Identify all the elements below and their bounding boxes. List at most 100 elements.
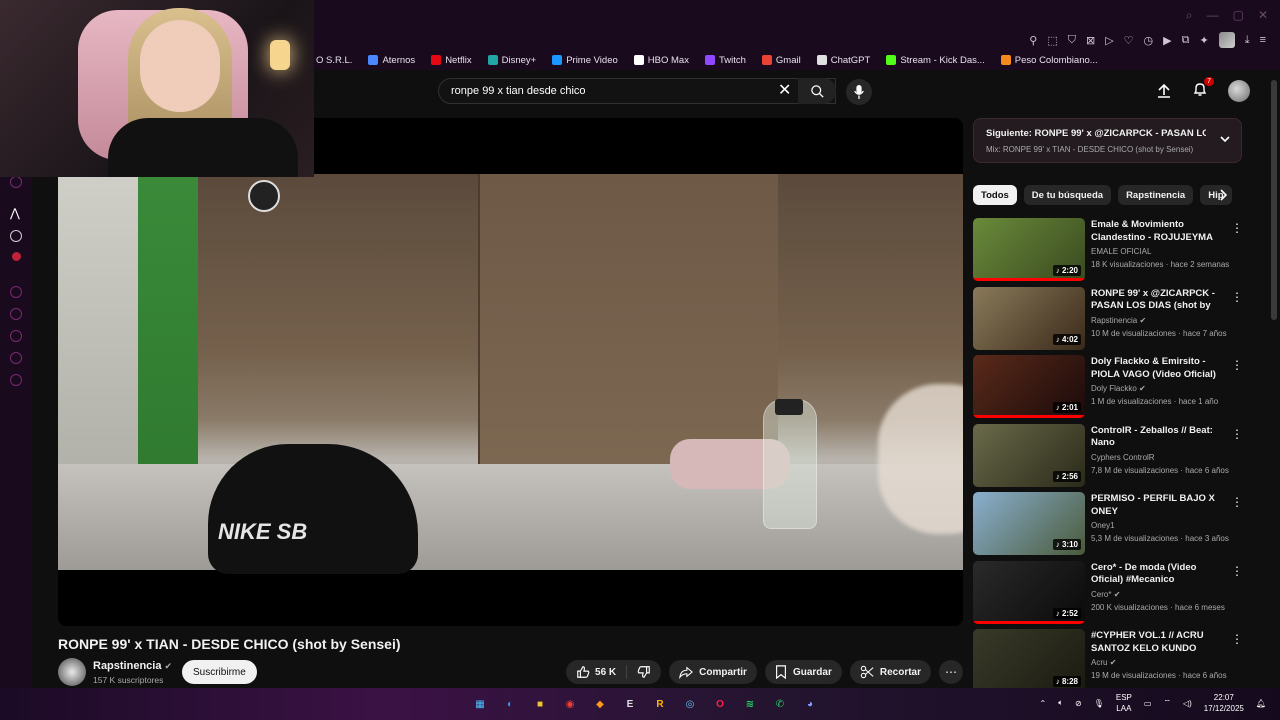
notifications-center-icon[interactable]: 🔔︎ [1256,699,1266,708]
minimize-icon[interactable]: — [1207,8,1219,23]
display-icon[interactable]: ▭ [1144,699,1152,708]
chevron-up-icon[interactable]: ⌃ [1039,699,1046,708]
more-vertical-icon[interactable]: ⋮ [1231,564,1243,578]
more-vertical-icon[interactable]: ⋮ [1231,290,1243,304]
bookmark-item[interactable]: Stream - Kick Das... [886,55,985,66]
more-vertical-icon[interactable]: ⋮ [1231,495,1243,509]
chevron-right-icon[interactable] [1216,188,1230,202]
filter-chip[interactable]: De tu búsqueda [1023,185,1112,205]
mic-tray-icon[interactable]: 🎙︎ [1094,699,1104,708]
bookmark-item[interactable]: ChatGPT [816,55,870,66]
recommendation-item[interactable]: ♪ 4:02 RONPE 99' x @ZICARPCK - PASAN LOS … [973,286,1243,356]
chrome-icon[interactable]: ◉ [560,694,580,714]
heart-icon[interactable]: ♡ [1124,34,1134,47]
save-button[interactable]: Guardar [764,660,842,684]
chatgpt-sidebar-icon[interactable] [10,230,22,242]
bookmark-item[interactable]: Disney+ [487,55,536,66]
search-query[interactable]: ronpe 99 x tian desde chico [451,85,586,97]
steam-icon[interactable]: ◎ [680,694,700,714]
recommendation-title[interactable]: Doly Flackko & Emirsito - PIOLA VAGO (Vi… [1091,356,1221,381]
recommendation-title[interactable]: ControlR - Zeballos // Beat: Nano [1091,425,1221,450]
clip-button[interactable]: Recortar [849,660,931,684]
video-thumbnail[interactable]: ♪ 2:56 [973,423,1085,487]
video-thumbnail[interactable]: ♪ 4:02 [973,286,1085,350]
recommendation-item[interactable]: ♪ 3:10 PERMISO - PERFIL BAJO X ONEY Oney1 5… [973,492,1243,561]
youtube-sidebar-icon[interactable] [12,252,21,261]
video-player[interactable]: NIKE SB [58,118,963,626]
recommendation-channel[interactable]: Oney1 [1091,521,1115,530]
sidebar-tool-icon[interactable] [10,330,22,342]
recommendation-channel[interactable]: Rapstinencia ✔ [1091,316,1146,325]
sidebar-tool-icon[interactable] [10,286,22,298]
close-window-icon[interactable]: ✕ [1258,8,1268,23]
dislike-button[interactable] [627,660,661,684]
wifi-icon[interactable]: ⌔ [1163,698,1171,708]
bookmark-item[interactable]: Aternos [368,55,415,66]
filter-chip[interactable]: Rapstinencia [1118,185,1194,205]
voice-search-button[interactable] [846,79,872,105]
volume-icon[interactable]: 🔈︎ [1058,698,1063,708]
arc-app-icon[interactable]: ⋀ [10,206,20,220]
profile-avatar[interactable] [1218,32,1235,48]
settings-icon[interactable] [10,374,22,386]
bookmark-item[interactable]: HBO Max [633,55,689,66]
download-icon[interactable]: ⤓ [1245,34,1250,47]
recommendation-channel[interactable]: Acru ✔ [1091,658,1116,667]
vpn-icon[interactable]: ⊠ [1086,34,1095,47]
language-indicator[interactable]: ESP LAA [1116,692,1132,714]
recommendation-item[interactable]: ♪ 2:20 Emale & Movimiento Clandestino - R… [973,218,1243,287]
recommendation-channel[interactable]: Doly Flackko ✔ [1091,384,1146,393]
recommendation-item[interactable]: ♪ 2:01 Doly Flackko & Emirsito - PIOLA VA… [973,355,1243,424]
sidebar-tool-icon[interactable] [10,352,22,364]
puzzle-icon[interactable]: ✦ [1199,34,1208,47]
screenshot-icon[interactable]: ⬚ [1047,34,1057,47]
channel-name-text[interactable]: Rapstinencia [93,660,161,672]
account-avatar[interactable] [1228,80,1250,102]
recommendation-channel[interactable]: Cero* ✔ [1091,590,1120,599]
more-actions-button[interactable]: ⋯ [939,660,963,684]
clock[interactable]: 22:07 17/12/2025 [1204,692,1244,714]
video-frame[interactable]: NIKE SB [58,174,963,574]
send-icon[interactable]: ▷ [1105,34,1113,47]
search-input[interactable]: ronpe 99 x tian desde chico [438,78,836,104]
video-thumbnail[interactable]: ♪ 2:01 [973,355,1085,418]
search-tabs-icon[interactable]: ⌕ [1186,8,1193,23]
epic-games-icon[interactable]: E [620,694,640,714]
bookmark-item[interactable]: Prime Video [552,55,618,66]
file-explorer-icon[interactable]: ■ [530,694,550,714]
spotify-icon[interactable]: ≋ [740,694,760,714]
discord-icon[interactable]: ◕ [800,694,820,714]
video-thumbnail[interactable]: ♪ 2:20 [973,218,1085,281]
rockstar-icon[interactable]: R [650,694,670,714]
recommendation-title[interactable]: Emale & Movimiento Clandestino - ROJUJEY… [1091,219,1221,244]
subscribe-button[interactable]: Suscribirme [182,660,257,684]
recommendation-item[interactable]: ♪ 2:56 ControlR - Zeballos // Beat: Nano C… [973,423,1243,493]
recommendation-title[interactable]: PERMISO - PERFIL BAJO X ONEY [1091,493,1221,518]
more-vertical-icon[interactable]: ⋮ [1231,221,1243,235]
upload-icon[interactable] [1156,83,1172,99]
bookmark-item[interactable]: Netflix [431,55,472,66]
recommendation-item[interactable]: ♪ 2:52 Cero* - De moda (Video Oficial) #M… [973,560,1243,630]
channel-name[interactable]: Rapstinencia ✔ [93,660,172,672]
bookmark-item[interactable]: O S.R.L. [316,55,352,66]
bookmark-item[interactable]: Peso Colombiano... [1000,55,1098,66]
video-thumbnail[interactable]: ♪ 3:10 [973,492,1085,555]
recommendation-channel[interactable]: Cyphers ControlR [1091,453,1155,462]
notifications-button[interactable]: 7 [1192,76,1214,102]
play-icon[interactable]: ▶ [1163,34,1171,47]
recommendation-channel[interactable]: EMALE OFICIAL [1091,247,1151,256]
edge-icon[interactable]: ◐ [500,694,520,714]
recommendation-title[interactable]: #CYPHER VOL.1 // ACRU SANTOZ KELO KUNDO … [1091,630,1221,655]
shield-icon[interactable]: ⛉ [1068,34,1076,47]
like-button[interactable]: 56 K [566,660,626,684]
recommendation-title[interactable]: RONPE 99' x @ZICARPCK - PASAN LOS DIAS (… [1091,288,1221,313]
translate-icon[interactable]: ⧉ [1182,34,1190,47]
sidebar-tool-icon[interactable] [10,308,22,320]
opera-gx-icon[interactable]: O [710,694,730,714]
video-thumbnail[interactable]: ♪ 8:28 [973,629,1085,692]
network-off-icon[interactable]: ⊘ [1075,699,1082,708]
app-orange-icon[interactable]: ◆ [590,694,610,714]
more-vertical-icon[interactable]: ⋮ [1231,427,1243,441]
page-scrollbar[interactable] [1271,80,1277,320]
bookmark-item[interactable]: Twitch [704,55,746,66]
